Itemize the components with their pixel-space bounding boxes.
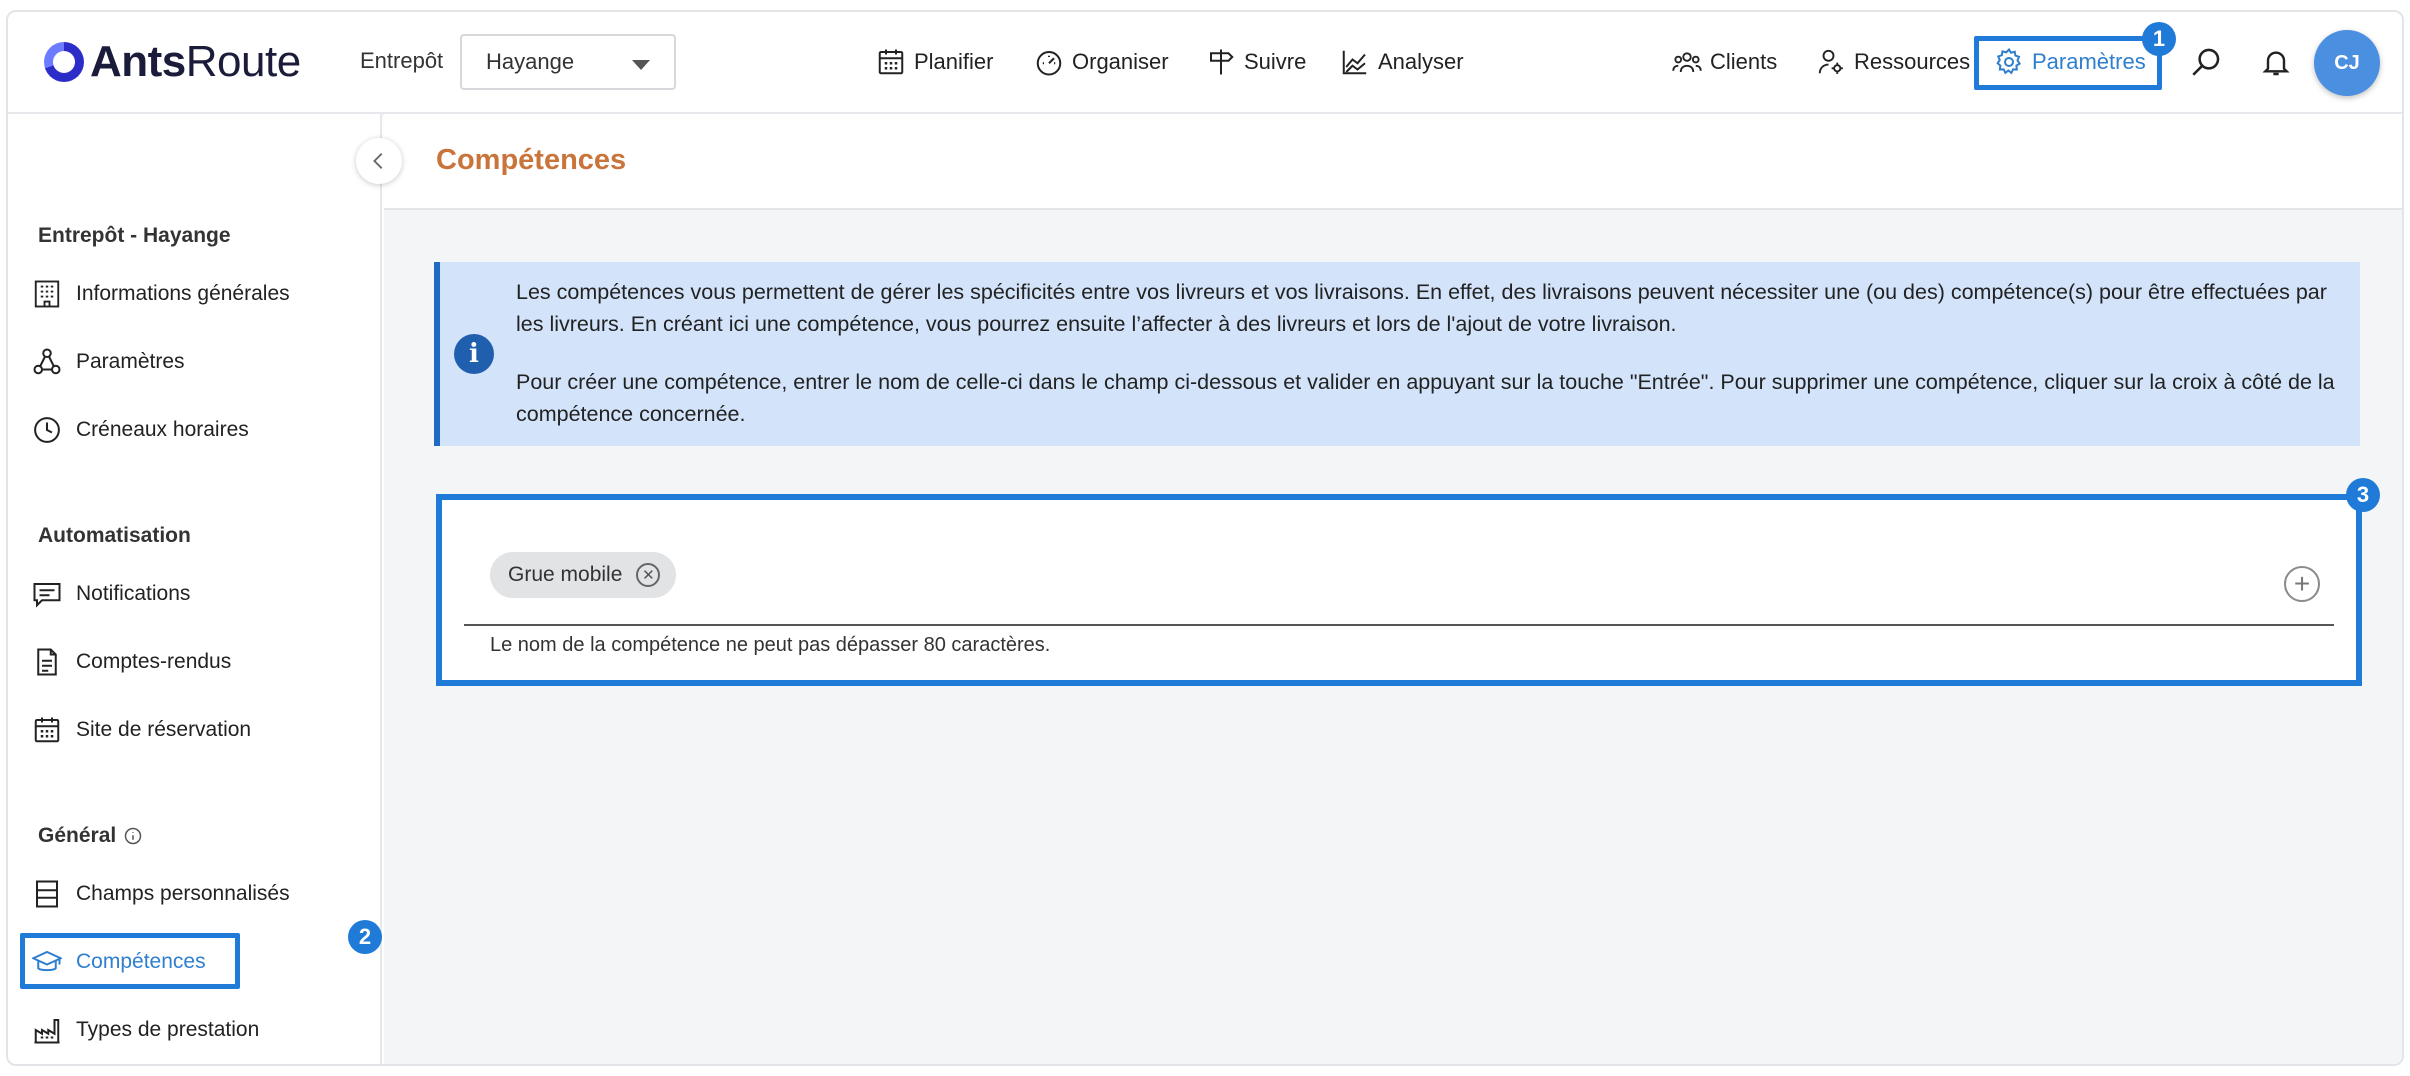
nav-analyser-label: Analyser <box>1378 49 1464 74</box>
logo-text: AntsRoute <box>90 37 301 86</box>
nav-clients[interactable]: Clients <box>1672 42 1777 82</box>
message-icon <box>33 583 61 608</box>
info-paragraph-2: Pour créer une compétence, entrer le nom… <box>516 370 2335 426</box>
annotation-badge-2: 2 <box>348 920 382 954</box>
sidebar-item-label: Informations générales <box>76 282 290 305</box>
sidebar-item-types-de-prestation[interactable]: Types de prestation <box>32 1010 259 1050</box>
sidebar-item-label: Champs personnalisés <box>76 882 290 905</box>
annotation-badge-3: 3 <box>2346 478 2380 512</box>
nodes-icon <box>33 348 61 375</box>
sidebar-item-champs-personnalises[interactable]: Champs personnalisés <box>32 874 290 914</box>
nav-analyser[interactable]: Analyser <box>1340 42 1464 82</box>
nav-ressources[interactable]: Ressources <box>1816 42 1970 82</box>
search-icon <box>2192 48 2220 76</box>
sidebar-section-general-label: Général <box>38 824 117 847</box>
highlight-box-competences <box>20 933 240 989</box>
sidebar-item-site-de-reservation[interactable]: Site de réservation <box>32 710 251 750</box>
sidebar-item-label: Comptes-rendus <box>76 650 232 673</box>
sidebar-item-creneaux-horaires[interactable]: Créneaux horaires <box>32 410 249 450</box>
chart-icon <box>1342 50 1367 75</box>
page-header: Compétences <box>384 114 2402 210</box>
sidebar-section-entrepot: Entrepôt - Hayange <box>38 224 231 247</box>
building-icon <box>34 280 60 308</box>
sidebar: Entrepôt - Hayange Informations générale… <box>8 114 382 1064</box>
top-header: AntsRoute Entrepôt Hayange Planifier Org… <box>8 12 2402 114</box>
nav-organiser-label: Organiser <box>1072 49 1169 74</box>
sidebar-item-parametres[interactable]: Paramètres <box>32 342 185 382</box>
skill-chip: Grue mobile ✕ <box>490 552 677 598</box>
sidebar-item-label: Créneaux horaires <box>76 418 249 441</box>
skills-help-text: Le nom de la compétence ne peut pas dépa… <box>490 634 1051 656</box>
calendar-icon <box>878 49 904 75</box>
sidebar-item-notifications[interactable]: Notifications <box>32 574 190 614</box>
rows-icon <box>36 880 58 908</box>
info-icon: i <box>454 334 494 374</box>
warehouse-select[interactable]: Hayange <box>460 34 676 90</box>
nav-planifier-label: Planifier <box>914 49 994 74</box>
user-gear-icon <box>1818 49 1843 74</box>
remove-skill-icon[interactable]: ✕ <box>636 563 661 587</box>
users-icon <box>1672 52 1702 73</box>
info-paragraph-1: Les compétences vous permettent de gérer… <box>516 280 2327 336</box>
add-skill-button[interactable]: + <box>2284 566 2320 602</box>
nav-clients-label: Clients <box>1710 49 1778 74</box>
main-content: Compétences i Les compétences vous perme… <box>384 114 2402 1064</box>
search-button[interactable] <box>2186 42 2226 82</box>
user-avatar[interactable]: CJ <box>2314 30 2380 96</box>
info-icon[interactable] <box>124 827 142 845</box>
bell-icon <box>2262 51 2290 76</box>
sidebar-item-label: Types de prestation <box>76 1018 260 1041</box>
nav-suivre[interactable]: Suivre <box>1206 42 1306 82</box>
plus-icon: + <box>2293 568 2311 599</box>
chevron-down-icon <box>632 60 650 70</box>
chevron-left-icon <box>373 153 383 169</box>
signpost-icon <box>1210 49 1234 75</box>
sidebar-item-label: Paramètres <box>76 350 185 373</box>
sidebar-item-informations-generales[interactable]: Informations générales <box>32 274 290 314</box>
warehouse-label: Entrepôt <box>360 48 444 73</box>
document-icon <box>37 648 57 676</box>
warehouse-select-value: Hayange <box>486 49 575 74</box>
page-title: Compétences <box>436 144 627 176</box>
sidebar-section-automatisation: Automatisation <box>38 524 191 547</box>
highlight-box-parametres <box>1974 36 2162 90</box>
app-window: AntsRoute Entrepôt Hayange Planifier Org… <box>6 10 2404 1066</box>
sidebar-item-label: Site de réservation <box>76 718 252 741</box>
nav-planifier[interactable]: Planifier <box>876 42 993 82</box>
input-underline <box>464 624 2334 626</box>
calendar-icon <box>34 717 60 743</box>
collapse-sidebar-button[interactable] <box>356 138 402 184</box>
sidebar-item-comptes-rendus[interactable]: Comptes-rendus <box>32 642 231 682</box>
annotation-badge-1: 1 <box>2142 22 2176 56</box>
skills-input-box[interactable]: Grue mobile ✕ + Le nom de la compétence … <box>436 494 2362 686</box>
nav-organiser[interactable]: Organiser <box>1034 42 1169 82</box>
gauge-icon <box>1036 51 1062 76</box>
clock-icon <box>34 417 60 443</box>
sidebar-section-general: Général <box>38 824 142 848</box>
nav-suivre-label: Suivre <box>1244 49 1307 74</box>
skill-chip-label: Grue mobile <box>508 563 623 586</box>
logo-mark-icon <box>44 42 84 82</box>
factory-chart-icon <box>34 1019 60 1044</box>
info-banner: i Les compétences vous permettent de gér… <box>434 262 2360 446</box>
antsroute-logo[interactable]: AntsRoute <box>44 34 301 90</box>
notifications-button[interactable] <box>2256 42 2296 82</box>
sidebar-item-label: Notifications <box>76 582 191 605</box>
nav-ressources-label: Ressources <box>1854 49 1971 74</box>
